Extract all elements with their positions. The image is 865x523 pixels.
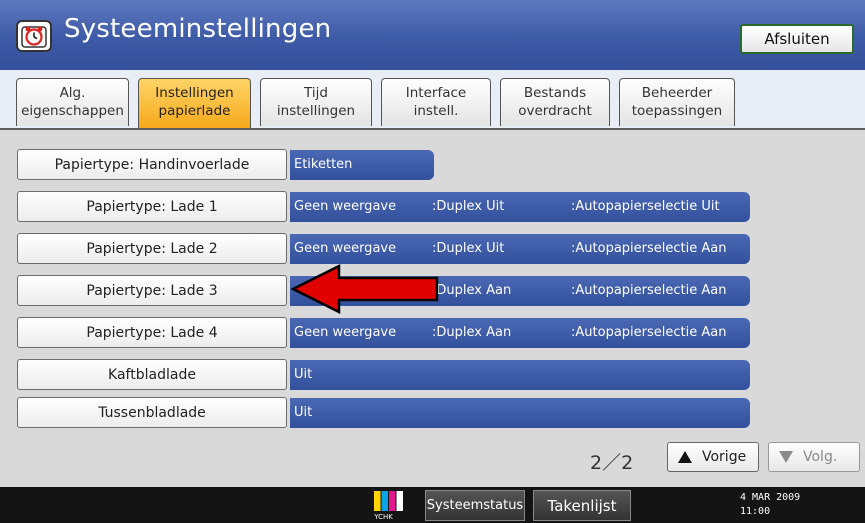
tab-tray-settings[interactable]: Instellingen papierlade	[138, 78, 251, 128]
tab-label-line1: Tijd	[304, 85, 328, 101]
settings-alarm-clock-icon	[16, 20, 52, 52]
page-indicator: 2／2	[590, 452, 634, 474]
setting-button-tray-4[interactable]: Papiertype: Lade 4	[17, 317, 287, 348]
value-paper-type: Geen weergave	[294, 241, 397, 256]
system-status-button[interactable]: Systeemstatus	[425, 490, 525, 521]
screen: Systeeminstellingen Afsluiten Alg. eigen…	[0, 0, 865, 523]
tab-general-properties[interactable]: Alg. eigenschappen	[16, 78, 129, 126]
previous-page-label: Vorige	[702, 449, 747, 465]
tab-interface-settings[interactable]: Interface instell.	[381, 78, 491, 126]
value-duplex: :Duplex Uit	[432, 199, 505, 214]
page-title: Systeeminstellingen	[64, 14, 332, 44]
triangle-down-icon	[779, 451, 793, 463]
tab-label-line2: overdracht	[518, 103, 592, 119]
setting-value-cover-sheet-tray: Uit	[290, 360, 750, 390]
value-status: Uit	[294, 405, 313, 420]
setting-value-tray-2: Geen weergave :Duplex Uit :Autopapiersel…	[290, 234, 750, 264]
setting-value-tray-4: Geen weergave :Duplex Aan :Autopapiersel…	[290, 318, 750, 348]
title-bar: Systeeminstellingen Afsluiten	[0, 0, 865, 70]
date-text: 4 MAR 2009	[740, 492, 801, 503]
tab-label-line1: Alg.	[59, 85, 86, 101]
job-list-button[interactable]: Takenlijst	[533, 490, 631, 521]
setting-button-tray-3[interactable]: Papiertype: Lade 3	[17, 275, 287, 306]
value-paper-type: Geen weergave	[294, 325, 397, 340]
value-duplex: :Duplex Aan	[432, 283, 512, 298]
tab-time-settings[interactable]: Tijd instellingen	[260, 78, 372, 126]
value-paper-type: Etiketten	[294, 157, 353, 172]
tab-label-line2: toepassingen	[631, 103, 723, 119]
value-paper-type: Geen weergave	[294, 199, 397, 214]
tab-label-line2: eigenschappen	[21, 103, 124, 119]
value-duplex: :Duplex Uit	[432, 241, 505, 256]
setting-value-bypass-tray: Etiketten	[290, 150, 434, 180]
value-auto-paper-select: :Autopapierselectie Uit	[571, 199, 720, 214]
tab-label-line2: instellingen	[276, 103, 356, 119]
setting-button-cover-sheet-tray[interactable]: Kaftbladlade	[17, 359, 287, 390]
exit-button[interactable]: Afsluiten	[740, 24, 854, 54]
date-time: 4 MAR 2009 11:00	[740, 491, 800, 519]
setting-value-tray-1: Geen weergave :Duplex Uit :Autopapiersel…	[290, 192, 750, 222]
tab-label-line2: papierlade	[158, 103, 231, 119]
tab-bar: Alg. eigenschappen Instellingen papierla…	[0, 70, 865, 130]
value-auto-paper-select: :Autopapierselectie Aan	[571, 283, 727, 298]
next-page-label: Volg.	[803, 449, 838, 465]
toner-logo-text: YCHK	[373, 513, 393, 521]
tab-label-line1: Beheerder	[641, 85, 713, 101]
time-text: 11:00	[740, 506, 771, 517]
toner-ychk-icon: YCHK	[373, 491, 403, 521]
setting-button-bypass-tray[interactable]: Papiertype: Handinvoerlade	[17, 149, 287, 180]
annotation-arrow-icon	[291, 263, 439, 315]
next-page-button[interactable]: Volg.	[768, 442, 860, 472]
tab-file-transfer[interactable]: Bestands overdracht	[500, 78, 610, 126]
tab-label-line1: Interface	[405, 85, 467, 101]
tab-label-line2: instell.	[413, 103, 459, 119]
value-auto-paper-select: :Autopapierselectie Aan	[571, 325, 727, 340]
setting-button-tray-1[interactable]: Papiertype: Lade 1	[17, 191, 287, 222]
tab-administrator-tools[interactable]: Beheerder toepassingen	[619, 78, 735, 126]
settings-panel: Papiertype: Handinvoerlade Etiketten Pap…	[0, 130, 865, 487]
setting-button-slip-sheet-tray[interactable]: Tussenbladlade	[17, 397, 287, 428]
previous-page-button[interactable]: Vorige	[667, 442, 759, 472]
value-auto-paper-select: :Autopapierselectie Aan	[571, 241, 727, 256]
value-duplex: :Duplex Aan	[432, 325, 512, 340]
tab-label-line1: Instellingen	[155, 85, 234, 101]
setting-button-tray-2[interactable]: Papiertype: Lade 2	[17, 233, 287, 264]
tab-label-line1: Bestands	[523, 85, 587, 101]
triangle-up-icon	[678, 451, 692, 463]
value-status: Uit	[294, 367, 313, 382]
status-bar: YCHK Systeemstatus Takenlijst 4 MAR 2009…	[0, 487, 865, 523]
setting-value-slip-sheet-tray: Uit	[290, 398, 750, 428]
